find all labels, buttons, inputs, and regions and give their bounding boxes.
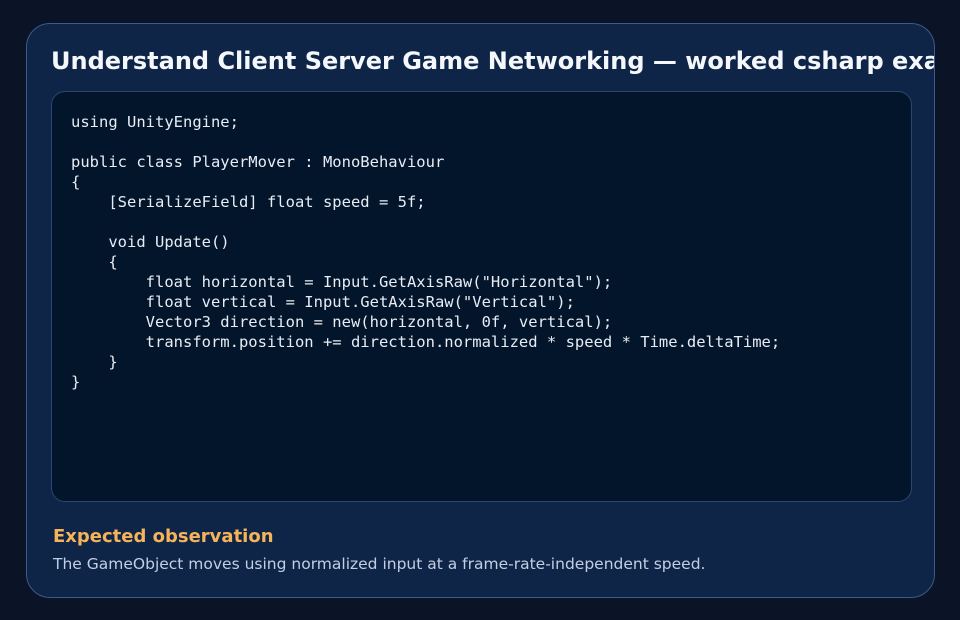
code-block[interactable]: using UnityEngine; public class PlayerMo… [51,91,912,502]
card-title: Understand Client Server Game Networking… [51,47,935,75]
example-card: Understand Client Server Game Networking… [26,23,935,598]
observation-heading: Expected observation [53,526,274,547]
code-text[interactable]: using UnityEngine; public class PlayerMo… [71,112,780,392]
observation-text: The GameObject moves using normalized in… [53,555,706,573]
